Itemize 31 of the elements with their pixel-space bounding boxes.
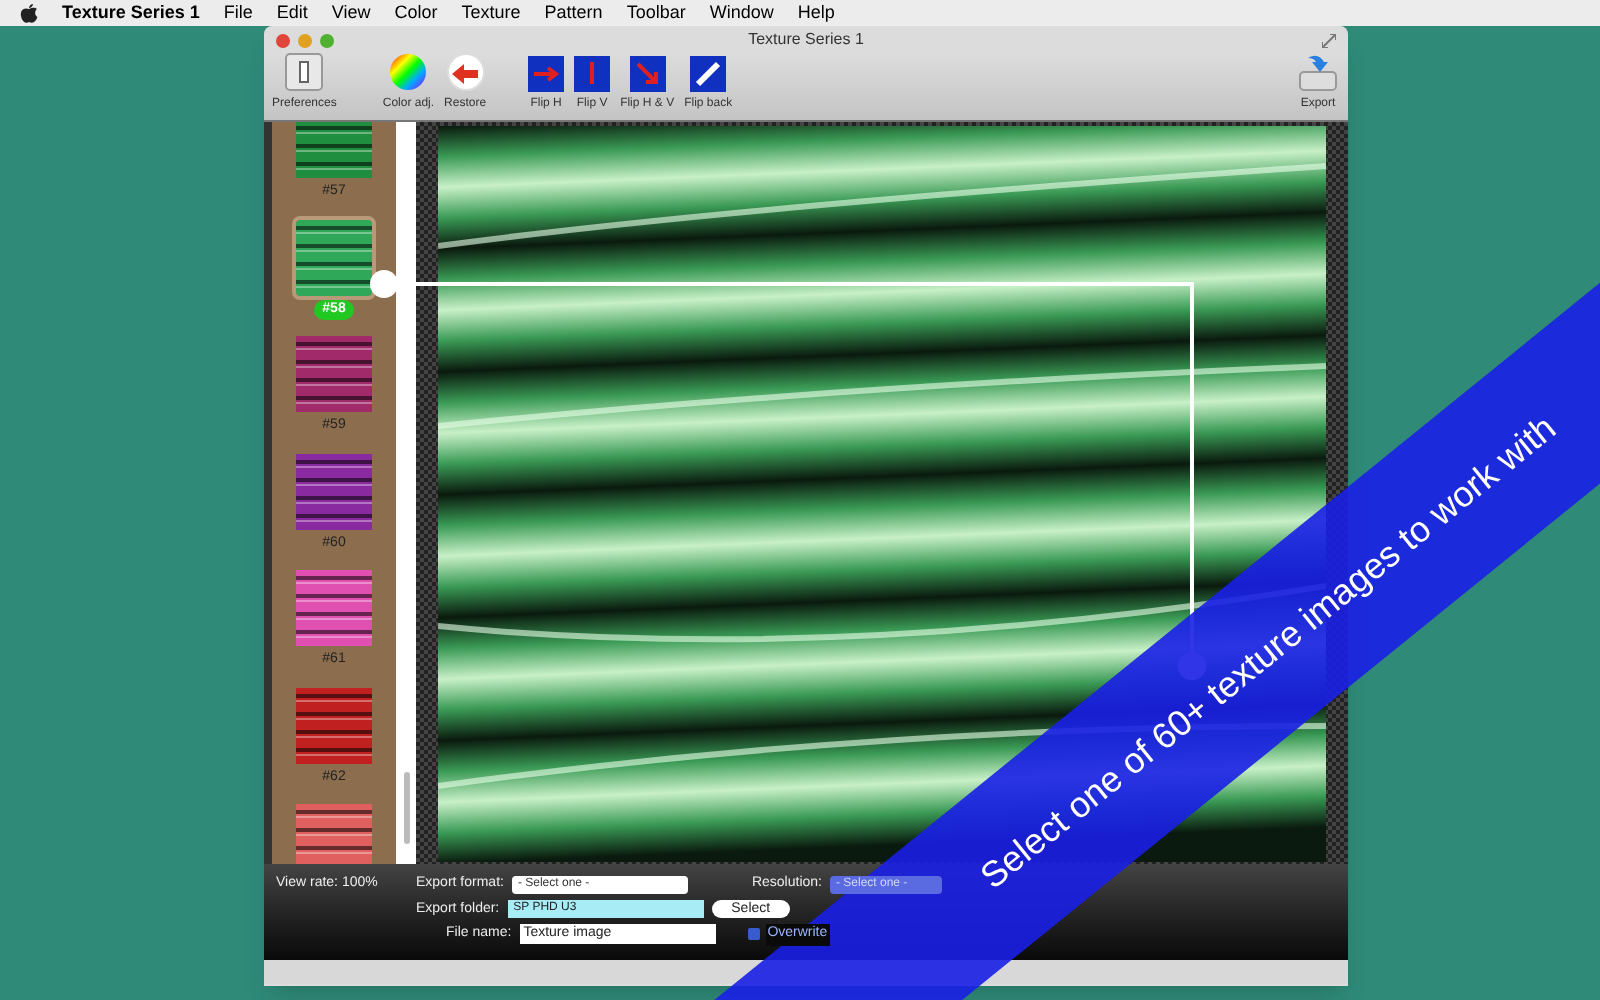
menu-item[interactable]: Help [797,0,835,27]
menu-item[interactable]: Texture [461,0,521,27]
texture-thumbnail[interactable] [296,453,372,529]
texture-thumbnail[interactable] [296,219,372,295]
arrow-diagonal-icon [629,56,666,92]
texture-thumbnail[interactable] [296,570,372,646]
texture-thumbnail[interactable] [296,687,372,763]
menu-item[interactable]: View [331,0,371,27]
fullscreen-icon[interactable] [1322,33,1336,47]
switch-icon [284,52,325,92]
restore-icon [445,52,486,92]
menu-item[interactable]: Window [709,0,774,27]
window-title: Texture Series 1 [748,28,864,52]
menu-item[interactable]: Edit [276,0,308,27]
texture-thumbnail[interactable] [296,336,372,412]
arrow-down-icon [574,56,611,92]
menu-item[interactable]: Pattern [544,0,603,27]
scroll-bar[interactable] [396,122,416,864]
color-wheel-icon [388,52,429,92]
arrow-diagonal-icon [690,56,727,92]
menu-item[interactable]: Toolbar [626,0,686,27]
arrow-right-icon [528,56,565,92]
menu-item[interactable]: Color [394,0,438,27]
close-button[interactable] [276,33,290,47]
menu-item[interactable]: File [223,0,253,27]
app-menu[interactable]: Texture Series 1 [62,0,200,27]
apple-logo-icon[interactable] [20,3,38,23]
texture-thumbnail[interactable] [296,122,372,178]
export-drive-icon [1296,52,1340,92]
texture-thumbnail[interactable] [296,804,372,864]
overwrite-checkbox[interactable] [747,928,760,941]
